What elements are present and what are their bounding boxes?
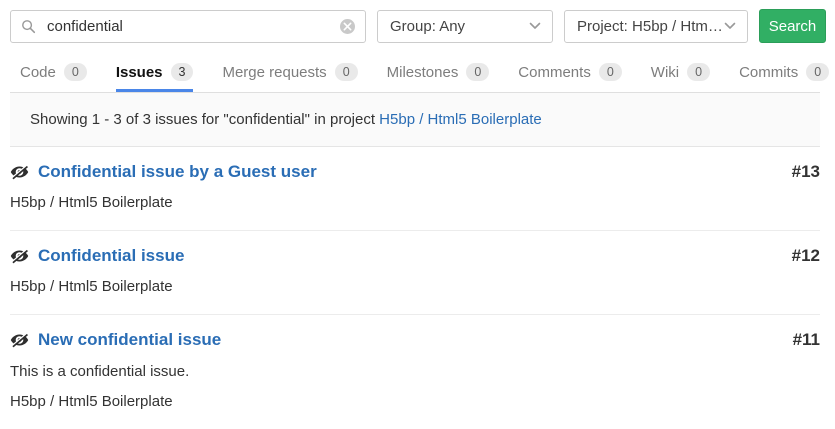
search-bar: Group: Any Project: H5bp / Html5 ... Sea… [0, 0, 835, 52]
tab-merge-requests[interactable]: Merge requests 0 [222, 55, 357, 92]
issue-description: This is a confidential issue. [10, 363, 820, 381]
issue-result-row: Confidential issue #12 H5bp / Html5 Boil… [10, 231, 820, 315]
results-summary-banner: Showing 1 - 3 of 3 issues for "confident… [10, 93, 820, 147]
issue-number: #11 [793, 330, 820, 350]
clear-search-icon[interactable] [340, 19, 355, 34]
project-filter-dropdown[interactable]: Project: H5bp / Html5 ... [564, 10, 748, 43]
issue-number: #13 [792, 162, 820, 182]
tab-count-badge: 0 [466, 63, 489, 81]
tab-count-badge: 0 [806, 63, 829, 81]
tab-commits[interactable]: Commits 0 [739, 55, 829, 92]
eye-slash-icon [10, 332, 29, 348]
search-input[interactable] [45, 17, 340, 36]
results-summary-text: Showing 1 - 3 of 3 issues for "confident… [30, 111, 375, 128]
issue-title-text: Confidential issue by a Guest user [38, 161, 317, 182]
tab-code[interactable]: Code 0 [20, 55, 87, 92]
issue-project-name: H5bp / Html5 Boilerplate [10, 278, 820, 296]
tab-label: Issues [116, 64, 163, 81]
tab-count-badge: 0 [687, 63, 710, 81]
project-filter-value: Project: H5bp / Html5 ... [577, 18, 724, 35]
result-head: Confidential issue by a Guest user #13 [10, 161, 820, 182]
issue-title-link[interactable]: New confidential issue [10, 329, 221, 350]
search-button[interactable]: Search [759, 9, 826, 43]
issue-number: #12 [792, 246, 820, 266]
tab-count-badge: 3 [171, 63, 194, 81]
eye-slash-icon [10, 248, 29, 264]
tab-milestones[interactable]: Milestones 0 [387, 55, 490, 92]
result-head: Confidential issue #12 [10, 245, 820, 266]
issue-title-link[interactable]: Confidential issue by a Guest user [10, 161, 317, 182]
chevron-down-icon [529, 22, 541, 30]
eye-slash-icon [10, 164, 29, 180]
result-head: New confidential issue #11 [10, 329, 820, 350]
issue-title-text: New confidential issue [38, 329, 221, 350]
tab-label: Wiki [651, 64, 679, 81]
tab-label: Merge requests [222, 64, 326, 81]
tab-count-badge: 0 [64, 63, 87, 81]
group-filter-value: Group: Any [390, 18, 465, 35]
magnifier-icon [21, 19, 36, 34]
tab-issues[interactable]: Issues 3 [116, 55, 194, 92]
tab-label: Milestones [387, 64, 459, 81]
tab-wiki[interactable]: Wiki 0 [651, 55, 710, 92]
group-filter-dropdown[interactable]: Group: Any [377, 10, 553, 43]
tab-label: Comments [518, 64, 591, 81]
search-scope-tabs: Code 0 Issues 3 Merge requests 0 Milesto… [10, 55, 820, 93]
tab-comments[interactable]: Comments 0 [518, 55, 621, 92]
issue-project-name: H5bp / Html5 Boilerplate [10, 393, 820, 411]
tab-label: Commits [739, 64, 798, 81]
tab-count-badge: 0 [335, 63, 358, 81]
tab-label: Code [20, 64, 56, 81]
summary-project-link[interactable]: H5bp / Html5 Boilerplate [379, 111, 542, 128]
issue-title-link[interactable]: Confidential issue [10, 245, 184, 266]
search-results-list: Confidential issue by a Guest user #13 H… [10, 147, 820, 429]
issue-title-text: Confidential issue [38, 245, 184, 266]
tab-count-badge: 0 [599, 63, 622, 81]
search-input-wrap[interactable] [10, 10, 366, 43]
issue-result-row: New confidential issue #11 This is a con… [10, 315, 820, 429]
issue-result-row: Confidential issue by a Guest user #13 H… [10, 147, 820, 231]
chevron-down-icon [724, 22, 736, 30]
issue-project-name: H5bp / Html5 Boilerplate [10, 194, 820, 212]
